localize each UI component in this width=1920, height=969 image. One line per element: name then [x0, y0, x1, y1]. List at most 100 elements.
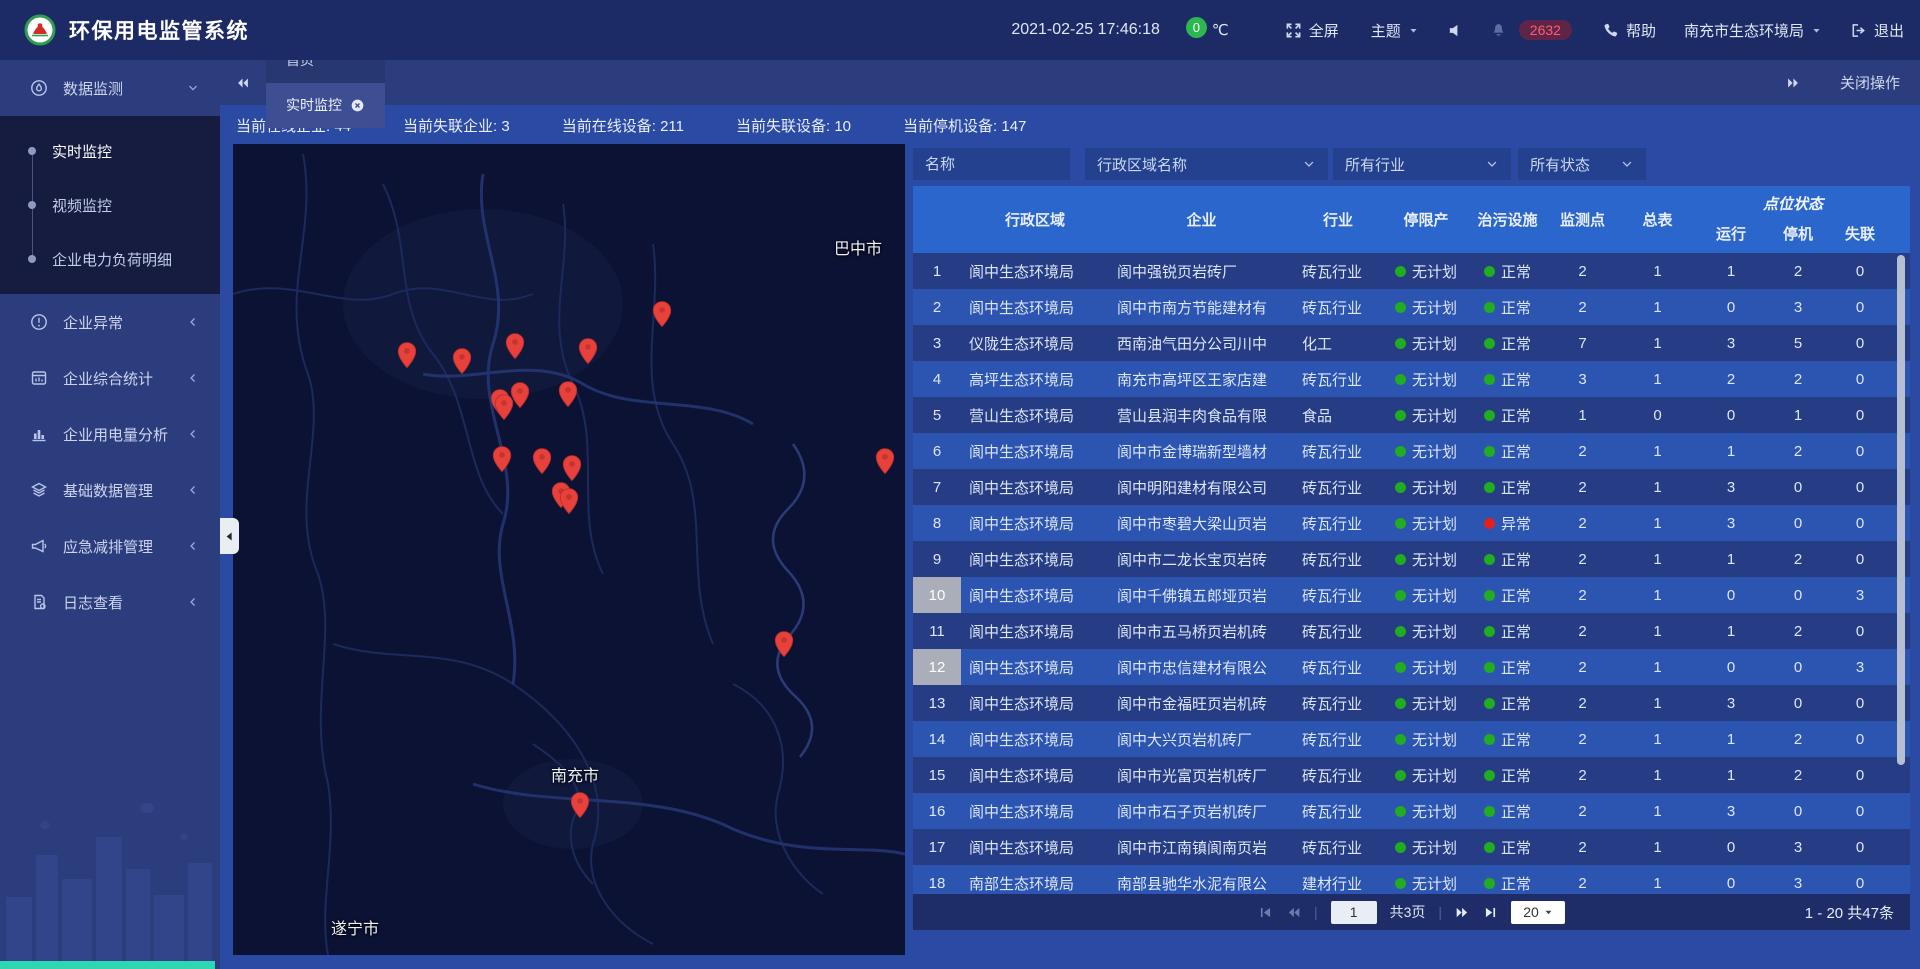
- tab-实时监控[interactable]: 实时监控: [266, 83, 385, 128]
- status-dot-green: [1484, 734, 1495, 745]
- map-pin-icon[interactable]: [532, 448, 552, 475]
- table-row[interactable]: 18南部生态环境局南部县驰华水泥有限公建材行业无计划正常21030: [913, 865, 1910, 894]
- table-row[interactable]: 9阆中生态环境局阆中市二龙长宝页岩砖砖瓦行业无计划正常21120: [913, 541, 1910, 577]
- cell-facility-text: 正常: [1501, 441, 1531, 462]
- tabs-scroll-left-button[interactable]: [220, 60, 266, 105]
- name-filter-field[interactable]: [913, 148, 1070, 180]
- status-filter-select[interactable]: 所有状态: [1518, 148, 1646, 180]
- map-panel[interactable]: 巴中市南充市遂宁市: [233, 144, 905, 955]
- help-label: 帮助: [1626, 20, 1656, 41]
- sidebar-item-enterprise-stats[interactable]: 企业综合统计: [0, 350, 220, 406]
- cell-company: 阆中市二龙长宝页岩砖: [1109, 541, 1294, 577]
- status-dot-green: [1395, 878, 1406, 889]
- mute-button[interactable]: [1447, 22, 1464, 39]
- theme-button[interactable]: 主题: [1371, 20, 1419, 41]
- table-row[interactable]: 2阆中生态环境局阆中市南方节能建材有砖瓦行业无计划正常21030: [913, 289, 1910, 325]
- page-size-select[interactable]: 20: [1511, 901, 1565, 924]
- sidebar-item-base-data[interactable]: 基础数据管理: [0, 462, 220, 518]
- cell-meters: 1: [1620, 433, 1695, 469]
- cell-stop: 3: [1767, 829, 1829, 865]
- table-row[interactable]: 3仪陇生态环境局西南油气田分公司川中化工无计划正常71350: [913, 325, 1910, 361]
- cell-meters: 1: [1620, 469, 1695, 505]
- map-pin-icon[interactable]: [492, 446, 512, 473]
- table-scrollbar[interactable]: [1897, 255, 1905, 765]
- status-dot-green: [1484, 662, 1495, 673]
- map-pin-icon[interactable]: [452, 348, 472, 375]
- table-row[interactable]: 17阆中生态环境局阆中市江南镇阆南页岩砖瓦行业无计划正常21030: [913, 829, 1910, 865]
- sidebar-subitem[interactable]: 企业电力负荷明细: [0, 232, 220, 286]
- close-operations-button[interactable]: 关闭操作: [1816, 72, 1920, 93]
- cell-limit: 无计划: [1382, 325, 1470, 361]
- table-row[interactable]: 8阆中生态环境局阆中市枣碧大梁山页岩砖瓦行业无计划异常21300: [913, 505, 1910, 541]
- table-row[interactable]: 5营山生态环境局营山县润丰肉食品有限食品无计划正常10010: [913, 397, 1910, 433]
- map-pin-icon[interactable]: [505, 333, 525, 360]
- stat-item: 当前失联企业: 3: [403, 115, 510, 136]
- status-dot-green: [1484, 626, 1495, 637]
- map-pin-icon[interactable]: [397, 342, 417, 369]
- map-pin-icon[interactable]: [562, 455, 582, 482]
- cell-num: 12: [913, 649, 961, 685]
- table-row[interactable]: 7阆中生态环境局阆中明阳建材有限公司砖瓦行业无计划正常21300: [913, 469, 1910, 505]
- sidebar-item-emergency[interactable]: 应急减排管理: [0, 518, 220, 574]
- page-next-icon[interactable]: [1455, 905, 1470, 920]
- map-pin-icon[interactable]: [652, 301, 672, 328]
- map-pin-icon[interactable]: [774, 631, 794, 658]
- org-menu-button[interactable]: 南充市生态环境局: [1684, 20, 1822, 41]
- cell-points: 2: [1545, 433, 1620, 469]
- cell-region: 阆中生态环境局: [961, 685, 1109, 721]
- table-row[interactable]: 15阆中生态环境局阆中市光富页岩机砖厂砖瓦行业无计划正常21120: [913, 757, 1910, 793]
- cell-lost: 0: [1829, 397, 1891, 433]
- cell-industry: 砖瓦行业: [1294, 757, 1382, 793]
- sidebar-item-power-analysis[interactable]: 企业用电量分析: [0, 406, 220, 462]
- notification-button[interactable]: 2632: [1490, 20, 1572, 40]
- sidebar-subitem[interactable]: 实时监控: [0, 124, 220, 178]
- table-row[interactable]: 13阆中生态环境局阆中市金福旺页岩机砖砖瓦行业无计划正常21300: [913, 685, 1910, 721]
- cell-limit: 无计划: [1382, 289, 1470, 325]
- map-pin-icon[interactable]: [559, 488, 579, 515]
- cell-lost: 0: [1829, 793, 1891, 829]
- sidebar-item-log-view[interactable]: 日志查看: [0, 574, 220, 630]
- industry-filter-select[interactable]: 所有行业: [1333, 148, 1511, 180]
- cell-meters: 1: [1620, 685, 1695, 721]
- table-row[interactable]: 12阆中生态环境局阆中市忠信建材有限公砖瓦行业无计划正常21003: [913, 649, 1910, 685]
- name-filter-input[interactable]: [925, 156, 1058, 173]
- page-number-input[interactable]: 1: [1331, 901, 1377, 924]
- map-collapse-handle[interactable]: [220, 518, 239, 554]
- sidebar-item-data-monitor[interactable]: 数据监测: [0, 60, 220, 116]
- status-dot-green: [1395, 302, 1406, 313]
- cell-lost: 0: [1829, 505, 1891, 541]
- cell-num: 4: [913, 361, 961, 397]
- map-pin-icon[interactable]: [570, 792, 590, 819]
- table-row[interactable]: 16阆中生态环境局阆中市石子页岩机砖厂砖瓦行业无计划正常21300: [913, 793, 1910, 829]
- cell-limit-text: 无计划: [1412, 657, 1457, 678]
- help-button[interactable]: 帮助: [1602, 20, 1656, 41]
- tabs-scroll-right-button[interactable]: [1770, 60, 1816, 105]
- map-pin-icon[interactable]: [578, 338, 598, 365]
- table-header-point-status: 点位状态运行停机失联: [1695, 186, 1891, 253]
- cell-limit: 无计划: [1382, 541, 1470, 577]
- cell-points: 2: [1545, 505, 1620, 541]
- cell-region: 阆中生态环境局: [961, 289, 1109, 325]
- cell-industry: 砖瓦行业: [1294, 541, 1382, 577]
- logout-button[interactable]: 退出: [1850, 20, 1904, 41]
- page-last-icon[interactable]: [1483, 905, 1498, 920]
- table-row[interactable]: 11阆中生态环境局阆中市五马桥页岩机砖砖瓦行业无计划正常21120: [913, 613, 1910, 649]
- caret-down-icon: [1811, 25, 1822, 36]
- cell-facility-text: 正常: [1501, 549, 1531, 570]
- gauge-icon: [30, 79, 48, 97]
- table-row[interactable]: 1阆中生态环境局阆中强锐页岩砖厂砖瓦行业无计划正常21120: [913, 253, 1910, 289]
- map-pin-icon[interactable]: [558, 381, 578, 408]
- sidebar-subitem-label: 视频监控: [52, 195, 112, 216]
- table-row[interactable]: 14阆中生态环境局阆中大兴页岩机砖厂砖瓦行业无计划正常21120: [913, 721, 1910, 757]
- region-filter-select[interactable]: 行政区域名称: [1085, 148, 1328, 180]
- map-pin-icon[interactable]: [494, 394, 514, 421]
- table-row[interactable]: 6阆中生态环境局阆中市金博瑞新型墙材砖瓦行业无计划正常21120: [913, 433, 1910, 469]
- city-label: 巴中市: [834, 235, 882, 259]
- table-row[interactable]: 10阆中生态环境局阆中千佛镇五郎垭页岩砖瓦行业无计划正常21003: [913, 577, 1910, 613]
- map-pin-icon[interactable]: [875, 448, 895, 475]
- fullscreen-button[interactable]: 全屏: [1285, 20, 1339, 41]
- sidebar-item-enterprise-abnormal[interactable]: 企业异常: [0, 294, 220, 350]
- cell-lost: 0: [1829, 469, 1891, 505]
- sidebar-subitem[interactable]: 视频监控: [0, 178, 220, 232]
- table-row[interactable]: 4高坪生态环境局南充市高坪区王家店建砖瓦行业无计划正常31220: [913, 361, 1910, 397]
